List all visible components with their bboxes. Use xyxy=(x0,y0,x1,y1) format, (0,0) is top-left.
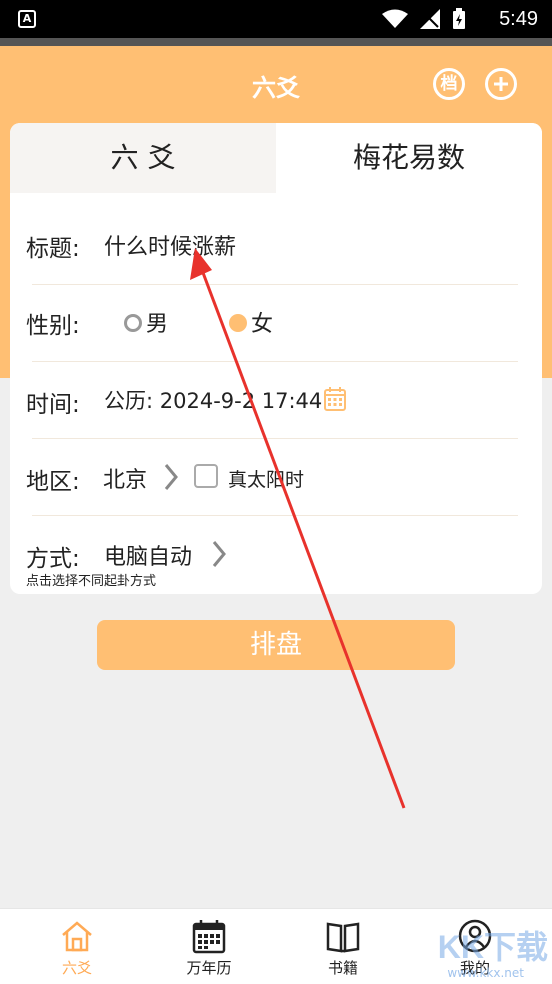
signal-icon xyxy=(420,9,440,29)
plus-icon xyxy=(494,77,508,91)
nav-books[interactable]: 书籍 xyxy=(274,909,412,984)
true-solar-time-label[interactable]: 真太阳时 xyxy=(228,465,304,492)
title-input[interactable]: 什么时候涨薪 xyxy=(104,229,236,261)
tab-meihua[interactable]: 梅花易数 xyxy=(276,123,542,193)
submit-button[interactable]: 排盘 xyxy=(97,620,455,670)
wifi-icon xyxy=(382,9,408,28)
method-label: 方式: xyxy=(26,546,80,572)
gender-label: 性别: xyxy=(26,313,80,339)
home-icon xyxy=(62,921,92,952)
calendar-icon xyxy=(192,920,226,954)
book-icon xyxy=(326,922,360,953)
time-value[interactable]: 公历: 2024-9-2 17:44 xyxy=(104,385,322,415)
method-hint: 点击选择不同起卦方式 xyxy=(26,574,157,589)
tab-liuyao[interactable]: 六 爻 xyxy=(10,123,276,193)
nav-label: 万年历 xyxy=(186,959,232,977)
archive-button[interactable]: 档 xyxy=(433,68,465,100)
page-title: 六爻 xyxy=(252,74,300,102)
app-notification-icon: A xyxy=(18,10,36,28)
divider xyxy=(32,438,518,439)
battery-icon xyxy=(453,8,465,29)
divider xyxy=(32,515,518,516)
chevron-right-icon[interactable] xyxy=(163,462,179,492)
divination-form-card: 六 爻 梅花易数 标题: 什么时候涨薪 性别: 男 女 时间: 公历: 2024… xyxy=(10,123,542,594)
tab-bar: 六 爻 梅花易数 xyxy=(10,123,542,193)
nav-label: 书籍 xyxy=(327,959,358,977)
watermark-url: www.kkx.net xyxy=(447,966,524,980)
gender-female-radio[interactable] xyxy=(229,314,247,332)
nav-calendar[interactable]: 万年历 xyxy=(140,909,278,984)
gender-male-label[interactable]: 男 xyxy=(146,306,168,338)
method-value[interactable]: 电脑自动 xyxy=(104,539,192,571)
divider xyxy=(32,361,518,362)
calendar-icon[interactable] xyxy=(324,387,346,411)
divider xyxy=(32,284,518,285)
watermark-logo: KK下载 xyxy=(437,929,548,965)
add-button[interactable] xyxy=(485,68,517,100)
status-bar: A 5:49 xyxy=(0,0,552,38)
chevron-right-icon[interactable] xyxy=(211,539,227,569)
system-icons xyxy=(382,8,466,30)
title-label: 标题: xyxy=(26,236,80,262)
top-divider xyxy=(0,38,552,46)
time-label: 时间: xyxy=(26,392,80,418)
status-time: 5:49 xyxy=(499,8,538,30)
gender-male-radio[interactable] xyxy=(124,314,142,332)
true-solar-time-checkbox[interactable] xyxy=(194,464,218,488)
nav-liuyao[interactable]: 六爻 xyxy=(8,909,146,984)
gender-female-label[interactable]: 女 xyxy=(251,306,273,338)
nav-label: 六爻 xyxy=(61,959,92,977)
region-label: 地区: xyxy=(26,469,80,495)
region-value[interactable]: 北京 xyxy=(103,462,147,494)
